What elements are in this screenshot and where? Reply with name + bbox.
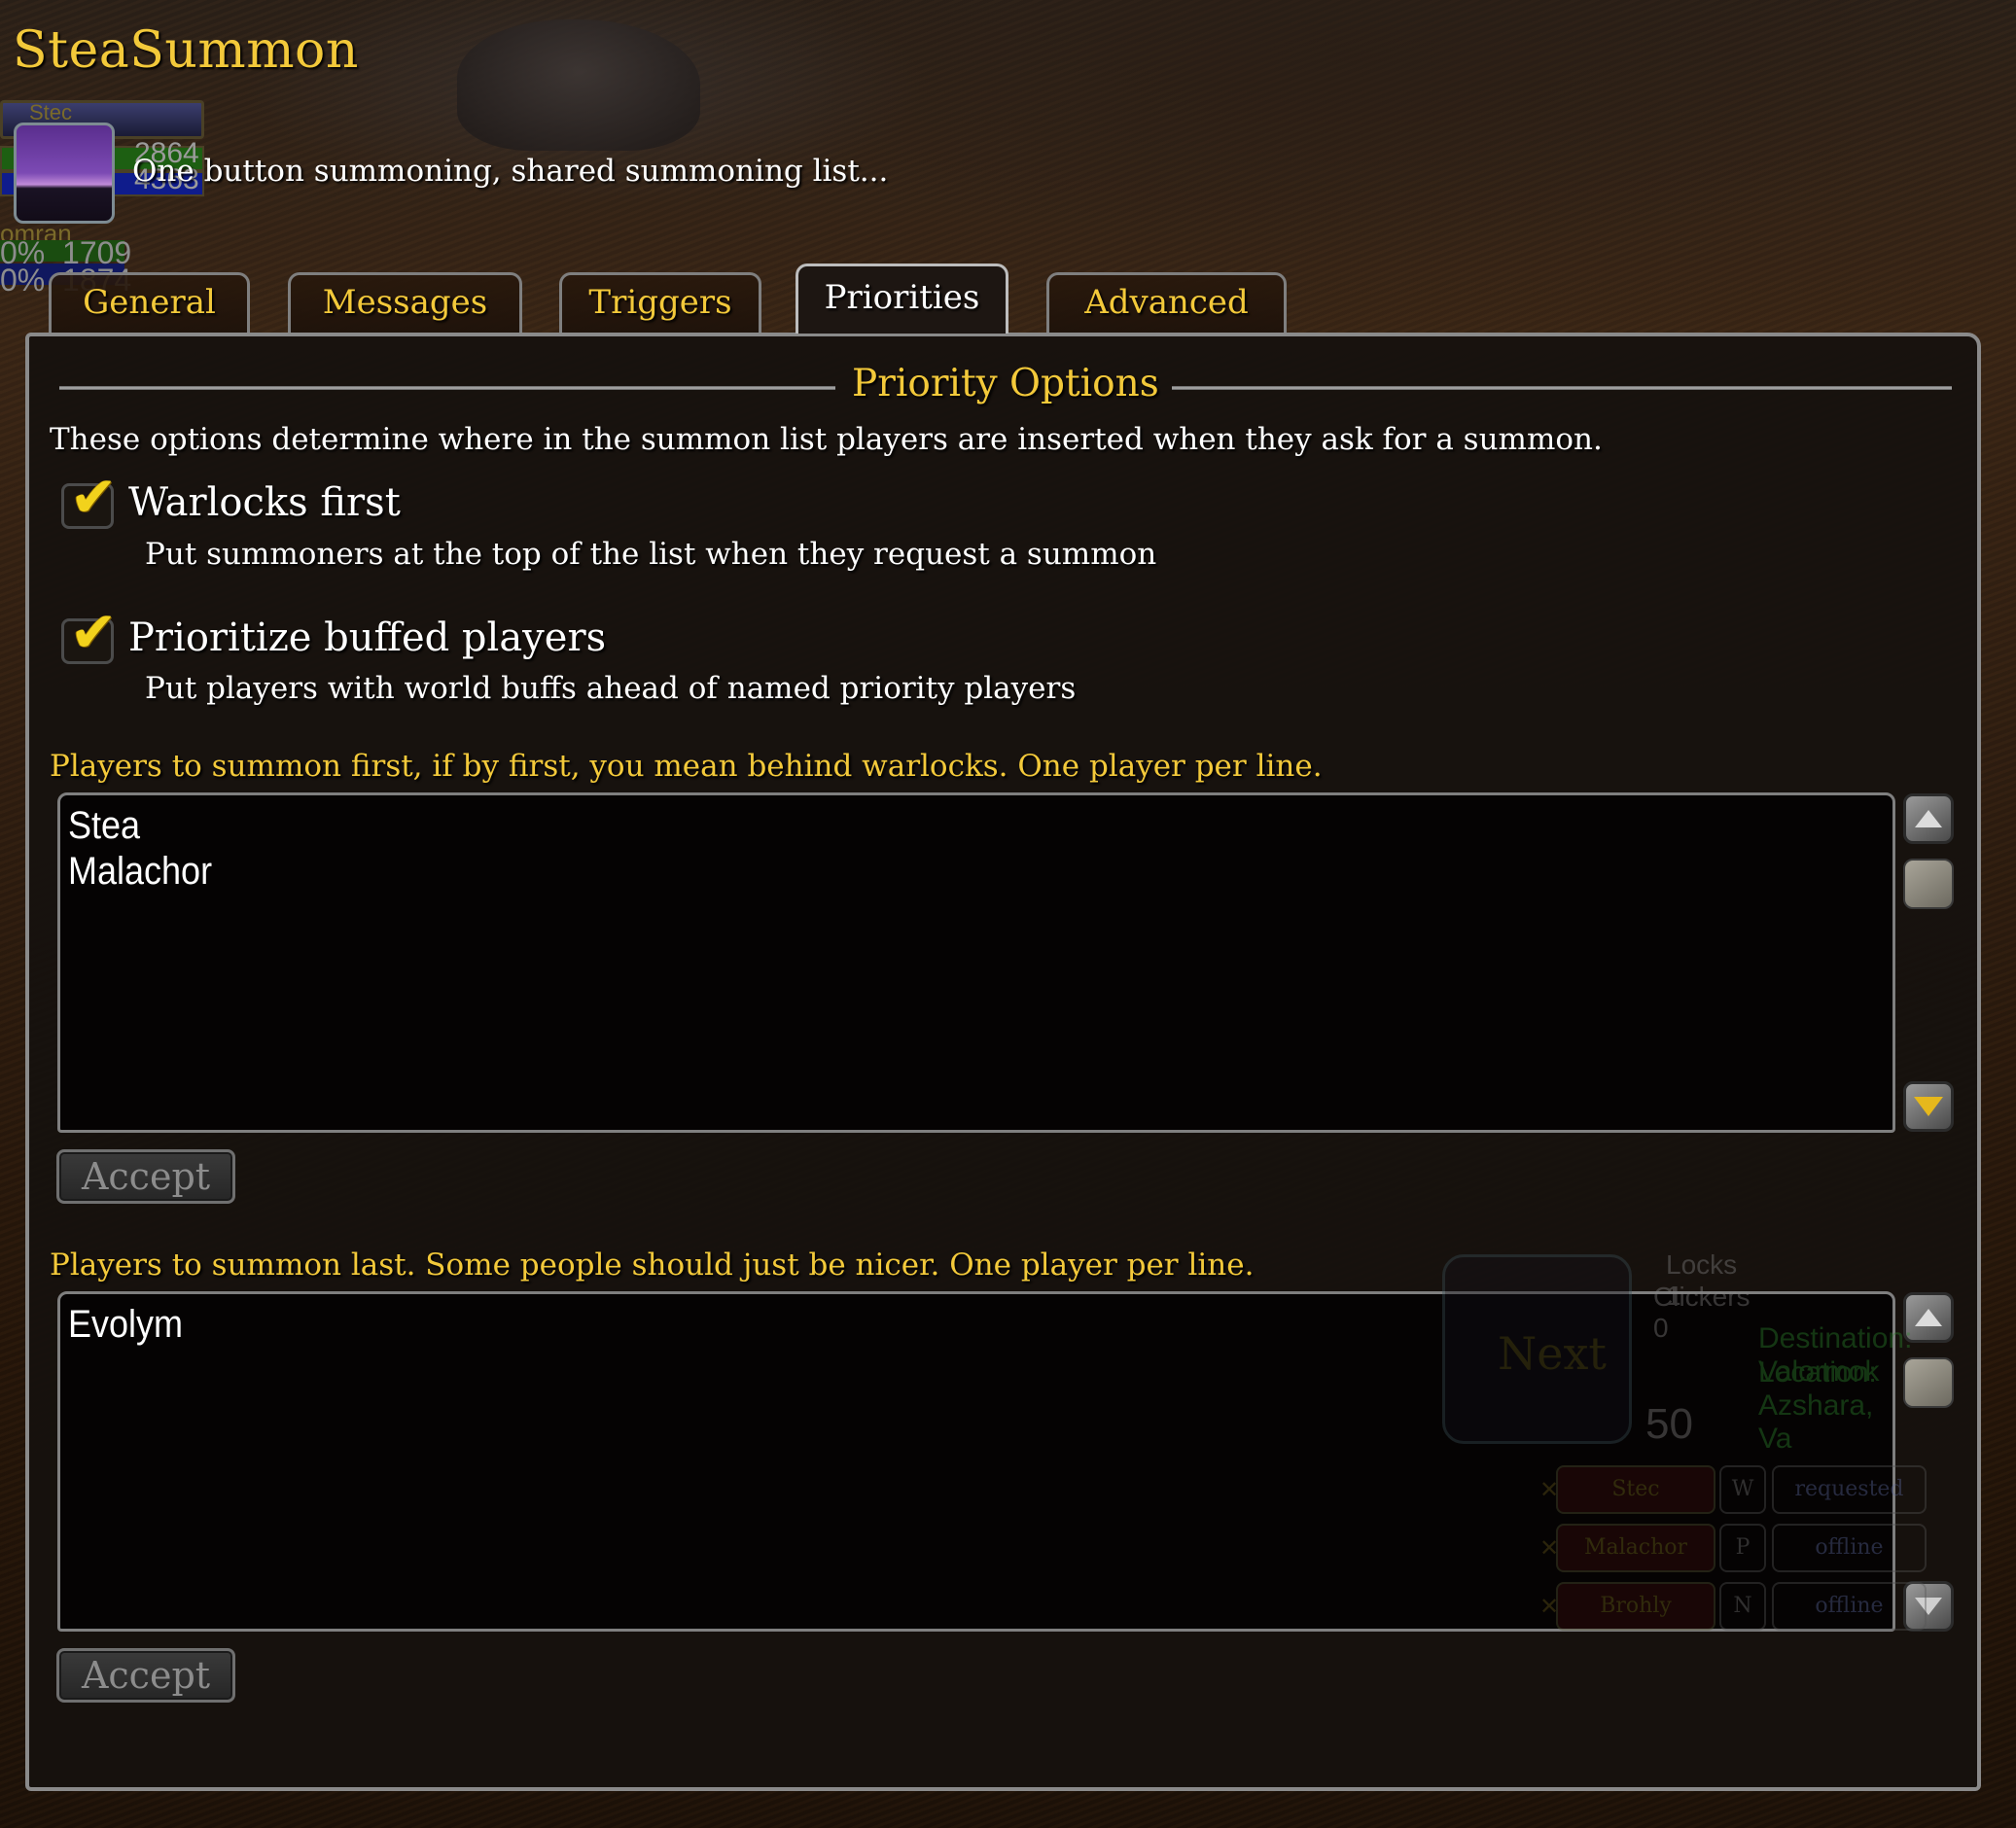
last-list-label: Players to summon last. Some people shou… xyxy=(50,1248,1255,1283)
section-divider-right xyxy=(1172,386,1952,390)
last-list-scroll-up-button[interactable] xyxy=(1903,1292,1954,1343)
first-list-scroll-down-button[interactable] xyxy=(1903,1081,1954,1132)
addon-subtitle: One button summoning, shared summoning l… xyxy=(132,154,889,189)
warlocks-first-description: Put summoners at the top of the list whe… xyxy=(145,537,1157,572)
scroll-up-arrow-icon xyxy=(1915,1309,1942,1326)
last-list-textarea[interactable]: Evolym xyxy=(57,1291,1895,1632)
warlocks-first-label: Warlocks first xyxy=(128,480,401,525)
first-list-line: Malachor xyxy=(68,850,213,893)
background-rock xyxy=(457,19,700,151)
section-divider-left xyxy=(59,386,835,390)
tab-general[interactable]: General xyxy=(49,272,250,333)
tab-advanced[interactable]: Advanced xyxy=(1046,272,1287,333)
scroll-down-arrow-icon xyxy=(1914,1097,1943,1116)
first-list-accept-button[interactable]: Accept xyxy=(56,1149,235,1204)
addon-title: SteaSummon xyxy=(13,21,359,80)
party-mana-pct: 0% xyxy=(0,263,46,298)
checkmark-icon: ✔ xyxy=(70,599,118,665)
first-list-label: Players to summon first, if by first, yo… xyxy=(50,749,1323,784)
scroll-up-arrow-icon xyxy=(1915,810,1942,827)
first-list-scroll-thumb[interactable] xyxy=(1903,859,1954,909)
last-list-line: Evolym xyxy=(68,1303,184,1346)
tab-triggers[interactable]: Triggers xyxy=(559,272,761,333)
prioritize-buffed-checkbox[interactable]: ✔ xyxy=(61,604,118,664)
first-list-scroll-up-button[interactable] xyxy=(1903,793,1954,844)
last-list-scroll-down-button[interactable] xyxy=(1903,1581,1954,1632)
section-title: Priority Options xyxy=(852,362,1159,405)
prioritize-buffed-label: Prioritize buffed players xyxy=(128,615,607,660)
unit-frame-portrait xyxy=(14,123,115,224)
last-list-scroll-thumb[interactable] xyxy=(1903,1357,1954,1408)
prioritize-buffed-description: Put players with world buffs ahead of na… xyxy=(145,671,1077,706)
tab-messages[interactable]: Messages xyxy=(288,272,522,333)
warlocks-first-checkbox[interactable]: ✔ xyxy=(61,469,118,529)
first-list-textarea[interactable]: Stea Malachor xyxy=(57,792,1895,1133)
last-list-accept-button[interactable]: Accept xyxy=(56,1648,235,1703)
scroll-down-arrow-icon xyxy=(1915,1598,1942,1615)
section-description: These options determine where in the sum… xyxy=(50,422,1603,457)
tab-priorities[interactable]: Priorities xyxy=(796,264,1008,334)
checkmark-icon: ✔ xyxy=(70,464,118,530)
first-list-line: Stea xyxy=(68,804,141,847)
